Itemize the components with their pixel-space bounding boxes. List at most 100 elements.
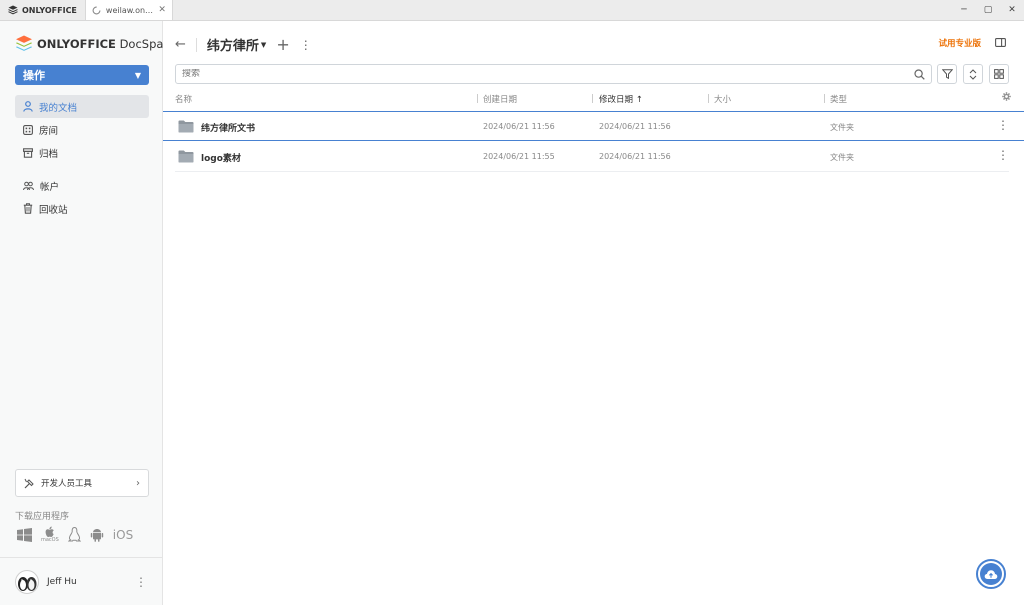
windows-icon[interactable] — [17, 527, 32, 542]
sort-button[interactable] — [963, 64, 983, 84]
column-resizer[interactable] — [477, 94, 478, 103]
onlyoffice-logo-icon — [16, 35, 32, 51]
search-input[interactable] — [182, 69, 914, 79]
search-box — [175, 64, 932, 84]
info-panel-icon[interactable] — [995, 38, 1006, 47]
actions-button[interactable]: 操作 ▼ — [15, 65, 149, 85]
filter-button[interactable] — [937, 64, 957, 84]
column-resizer[interactable] — [708, 94, 709, 103]
android-icon[interactable] — [90, 527, 104, 542]
window-controls: ─ ▢ ✕ — [952, 0, 1024, 20]
table-row[interactable]: 纬方律所文书 2024/06/21 11:56 2024/06/21 11:56… — [163, 111, 1024, 141]
column-resizer[interactable] — [824, 94, 825, 103]
minimize-icon[interactable]: ─ — [952, 5, 976, 15]
column-header-modified[interactable]: 修改日期 ↑ — [599, 93, 643, 105]
nav-secondary: 帐户 回收站 — [15, 174, 149, 220]
docspace-logo[interactable]: ONLYOFFICE DocSpace — [15, 35, 177, 52]
cloud-upload-icon — [984, 569, 998, 579]
avatar[interactable] — [15, 569, 39, 594]
sidebar-item-label: 我的文档 — [39, 102, 78, 114]
onlyoffice-logo-icon — [8, 5, 18, 15]
user-name: Jeff Hu — [47, 576, 77, 587]
macos-icon[interactable]: macOS — [41, 526, 59, 543]
table-header: 名称 创建日期 修改日期 ↑ 大小 类型 — [175, 91, 1011, 107]
person-icon — [23, 101, 33, 112]
actions-button-label: 操作 — [23, 69, 45, 82]
row-type: 文件夹 — [830, 153, 854, 162]
chevron-right-icon: › — [136, 477, 140, 489]
view-toggle-button[interactable] — [989, 64, 1009, 84]
app-tab[interactable]: ONLYOFFICE — [0, 0, 85, 20]
download-apps-label: 下载应用程序 — [15, 512, 70, 522]
gear-icon[interactable] — [1002, 92, 1011, 101]
row-name[interactable]: 纬方律所文书 — [201, 121, 255, 134]
sidebar: ONLYOFFICE DocSpace 操作 ▼ 我的文档 房间 归档 帐户 回… — [0, 21, 177, 605]
macos-caption: macOS — [41, 537, 59, 543]
accounts-icon — [23, 181, 34, 190]
column-resizer[interactable] — [592, 94, 593, 103]
row-created-date: 2024/06/21 11:56 — [483, 122, 555, 131]
linux-icon[interactable] — [67, 527, 81, 542]
back-arrow-icon[interactable]: ← — [175, 37, 186, 52]
column-header-name[interactable]: 名称 — [175, 93, 192, 105]
folder-icon — [178, 120, 194, 133]
sidebar-item-label: 帐户 — [40, 181, 60, 193]
table-row[interactable]: logo素材 2024/06/21 11:55 2024/06/21 11:56… — [175, 142, 1009, 172]
header-kebab-icon[interactable]: ⋮ — [300, 38, 312, 52]
sidebar-item-trash[interactable]: 回收站 — [15, 197, 149, 220]
sidebar-item-rooms[interactable]: 房间 — [15, 118, 149, 141]
row-type: 文件夹 — [830, 123, 854, 132]
row-modified-date: 2024/06/21 11:56 — [599, 122, 671, 131]
row-kebab-icon[interactable]: ⋮ — [997, 148, 1009, 162]
penguin-avatar-icon — [18, 576, 37, 591]
search-icon[interactable] — [914, 68, 925, 80]
ios-icon[interactable]: iOS — [113, 528, 133, 542]
row-name[interactable]: logo素材 — [201, 151, 241, 164]
sort-icon — [969, 68, 977, 80]
sidebar-item-label: 回收站 — [39, 204, 68, 216]
row-kebab-icon[interactable]: ⋮ — [997, 118, 1009, 132]
upload-button[interactable] — [976, 559, 1006, 589]
archive-icon — [23, 147, 33, 158]
sort-arrow-icon: ↑ — [635, 95, 643, 105]
filter-icon — [941, 69, 953, 79]
close-window-icon[interactable]: ✕ — [1000, 5, 1024, 15]
main-content: ← 纬方律所 ▼ + ⋮ 试用专业版 名称 创建日期 修改日期 ↑ 大小 类型 … — [163, 21, 1024, 605]
nav-main: 我的文档 房间 归档 — [15, 95, 149, 164]
folder-icon — [178, 150, 194, 163]
doc-tab-title: weilaw.onlyo... — [105, 5, 153, 15]
sidebar-item-archive[interactable]: 归档 — [15, 141, 149, 164]
page-header: ← 纬方律所 ▼ + ⋮ — [175, 35, 312, 54]
caret-down-icon[interactable]: ▼ — [261, 41, 266, 49]
user-menu-kebab-icon[interactable]: ⋮ — [135, 576, 147, 588]
row-modified-date: 2024/06/21 11:56 — [599, 152, 671, 161]
column-header-created[interactable]: 创建日期 — [483, 93, 517, 105]
logo-text: ONLYOFFICE DocSpace — [37, 36, 177, 51]
column-header-size[interactable]: 大小 — [714, 93, 731, 105]
sidebar-item-my-documents[interactable]: 我的文档 — [15, 95, 149, 118]
developer-tools-icon — [24, 478, 34, 488]
row-created-date: 2024/06/21 11:55 — [483, 152, 555, 161]
sidebar-item-label: 房间 — [39, 125, 59, 137]
sidebar-item-accounts[interactable]: 帐户 — [15, 174, 149, 197]
app-tab-label: ONLYOFFICE — [22, 5, 77, 15]
rooms-icon — [23, 124, 33, 135]
sidebar-item-label: 归档 — [39, 148, 59, 160]
grid-view-icon — [994, 69, 1004, 79]
title-bar: ONLYOFFICE weilaw.onlyo... ✕ ─ ▢ ✕ — [0, 0, 1024, 21]
developer-tools-button[interactable]: 开发人员工具 › — [15, 469, 149, 497]
os-download-icons: macOS iOS — [17, 526, 133, 543]
upload-button-inner — [980, 563, 1002, 585]
maximize-icon[interactable]: ▢ — [976, 5, 1000, 15]
header-divider — [195, 37, 197, 52]
close-tab-icon[interactable]: ✕ — [158, 5, 166, 15]
column-header-type[interactable]: 类型 — [830, 93, 847, 105]
loading-spinner-icon — [92, 6, 101, 14]
doc-tab[interactable]: weilaw.onlyo... ✕ — [84, 0, 173, 20]
developer-tools-label: 开发人员工具 — [41, 479, 93, 489]
page-title[interactable]: 纬方律所 — [207, 35, 259, 54]
try-pro-link[interactable]: 试用专业版 — [938, 37, 981, 49]
user-profile-bar[interactable]: Jeff Hu ⋮ — [0, 557, 162, 605]
add-button[interactable]: + — [276, 36, 289, 53]
caret-down-icon: ▼ — [134, 70, 141, 80]
